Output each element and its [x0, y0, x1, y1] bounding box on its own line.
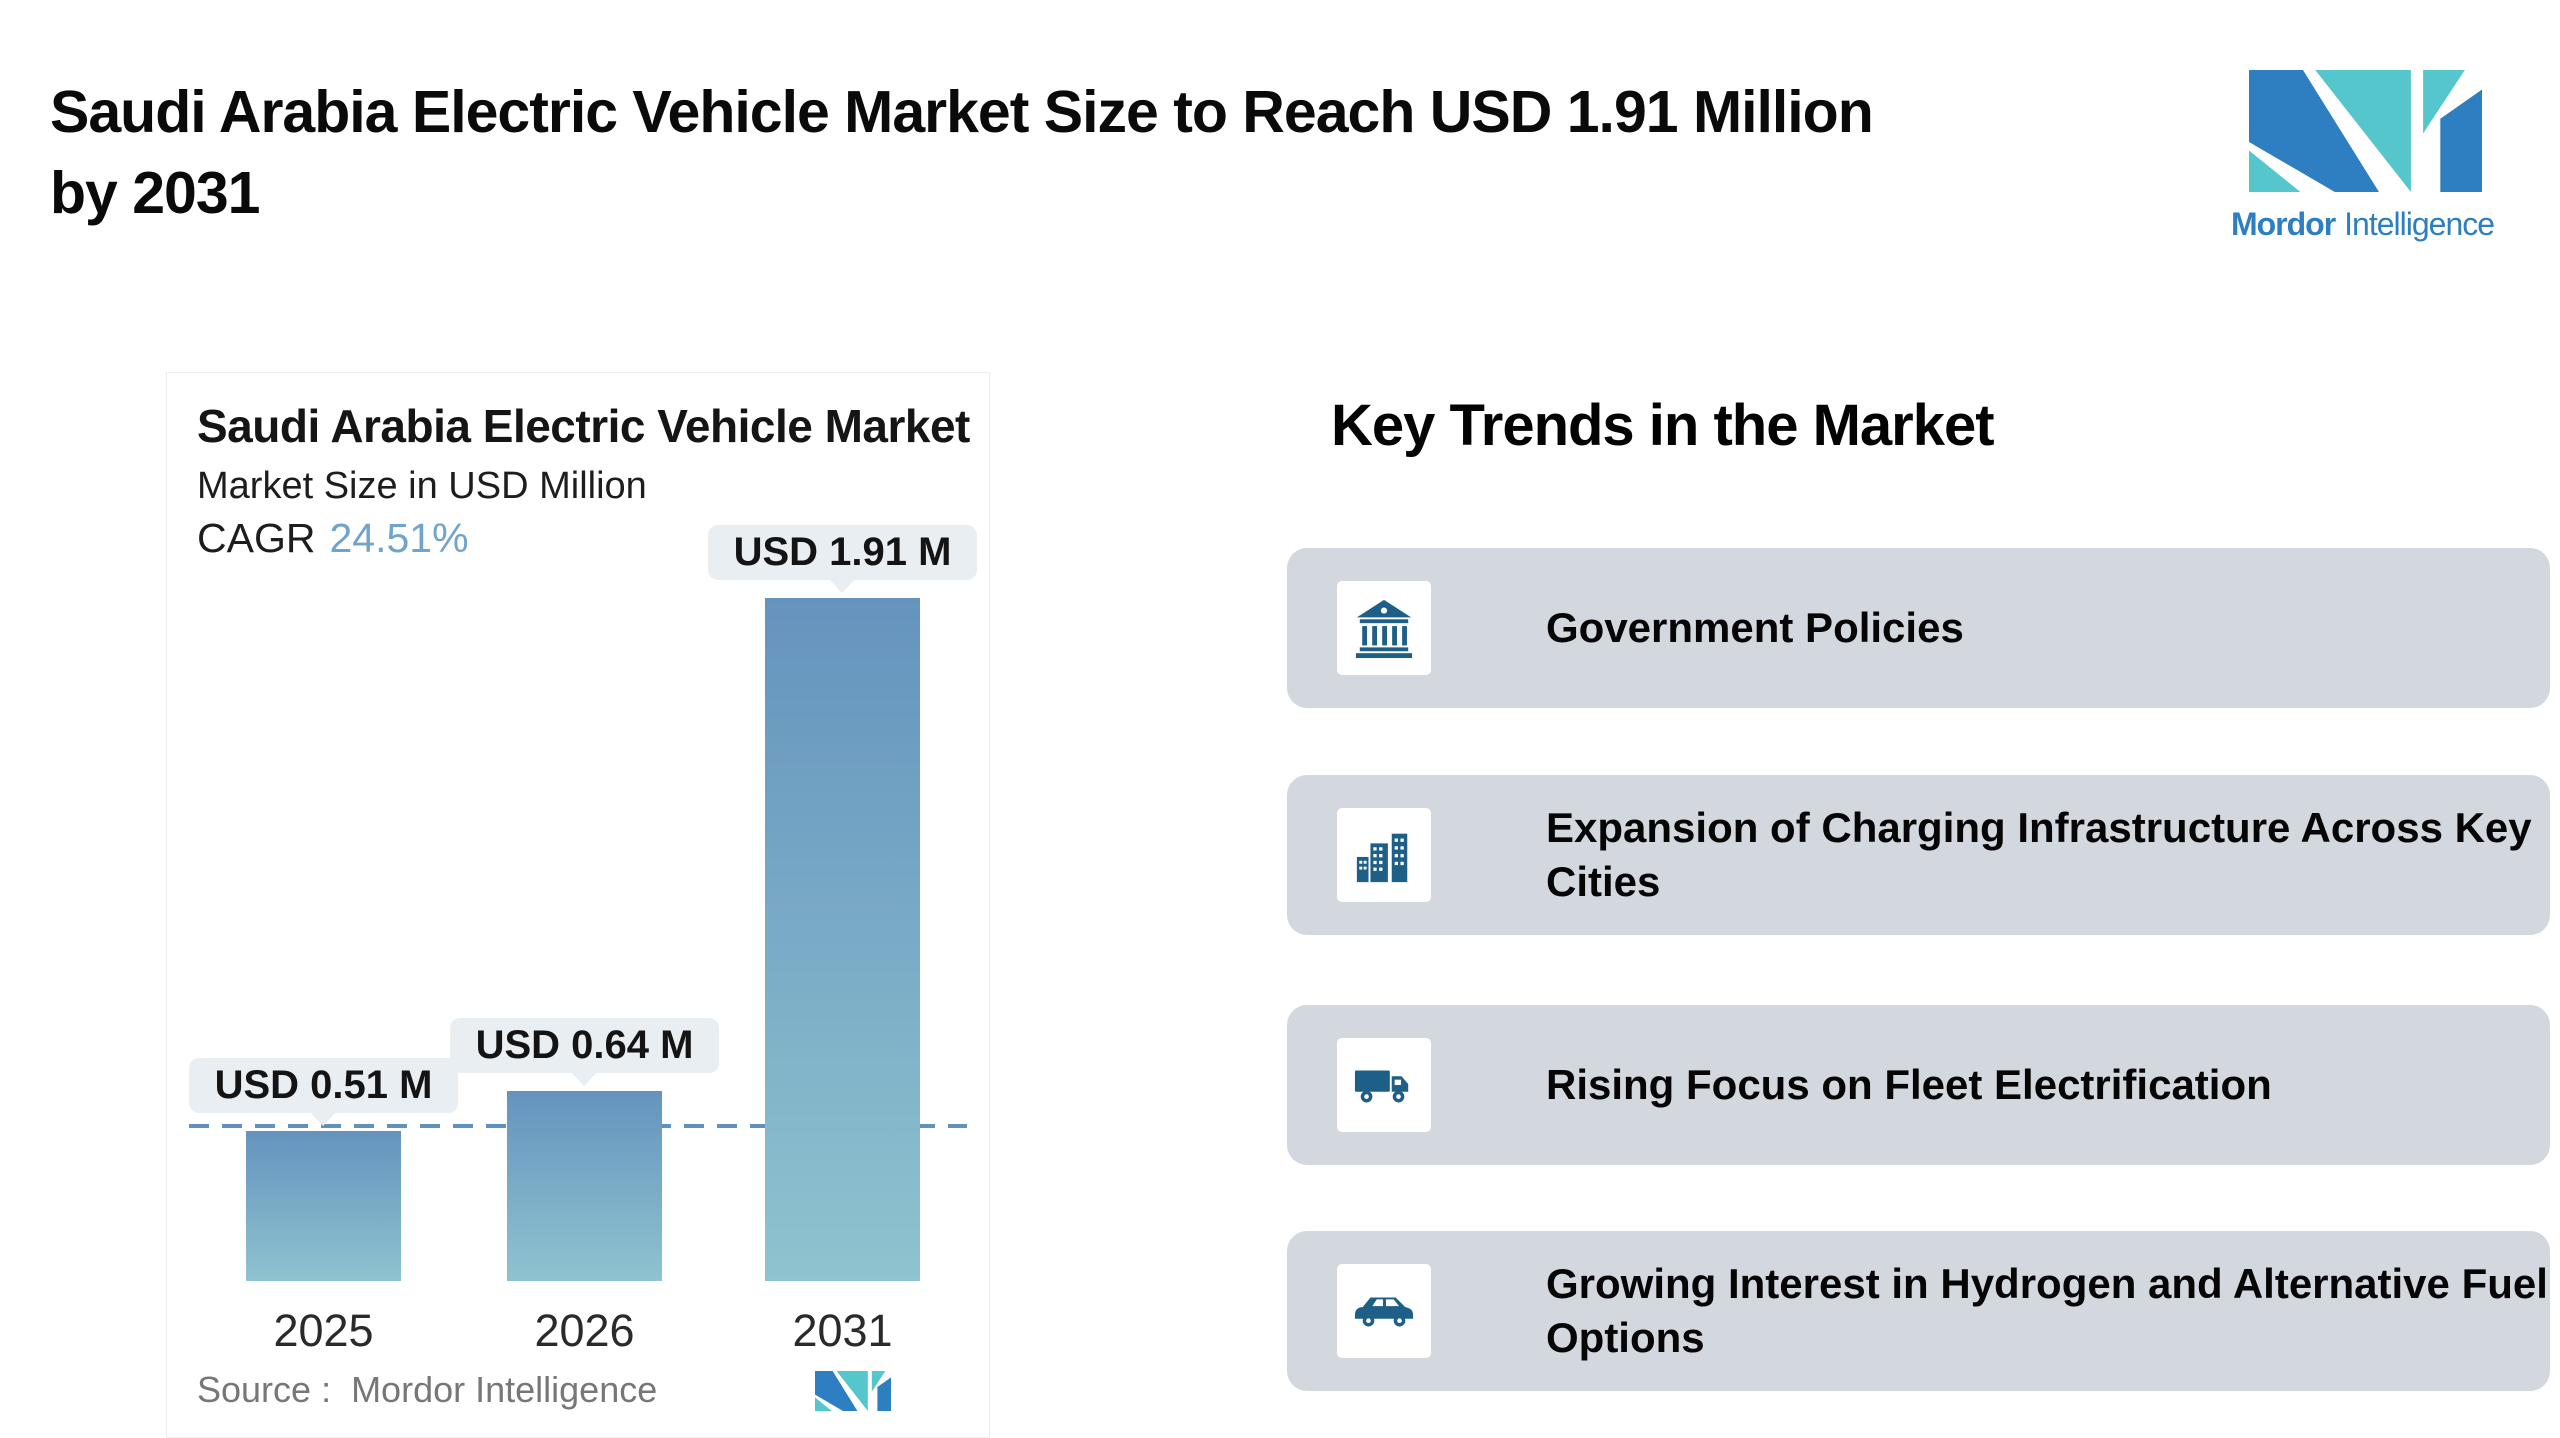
trend-label: Growing Interest in Hydrogen and Alterna… [1546, 1257, 2548, 1365]
city-buildings-icon [1353, 824, 1415, 886]
icon-box [1337, 808, 1431, 902]
bar-group-2031: USD 1.91 M2031 [765, 373, 920, 1281]
brand-name-bold: Mordor [2231, 206, 2335, 242]
car-icon [1353, 1291, 1415, 1331]
bar-group-2025: USD 0.51 M2025 [246, 373, 401, 1281]
trend-label: Expansion of Charging Infrastructure Acr… [1546, 801, 2532, 909]
bar-group-2026: USD 0.64 M2026 [507, 373, 662, 1281]
icon-box [1337, 1038, 1431, 1132]
trend-card-government-policies: Government Policies [1287, 548, 2550, 708]
trend-card-fleet-electrification: Rising Focus on Fleet Electrification [1287, 1005, 2550, 1165]
bar-2025 [246, 1131, 401, 1281]
value-bubble-2031: USD 1.91 M [708, 525, 978, 580]
key-trends-heading: Key Trends in the Market [1331, 392, 1994, 459]
trend-card-hydrogen-alternative-fuel: Growing Interest in Hydrogen and Alterna… [1287, 1231, 2550, 1391]
bar-2031 [765, 598, 920, 1281]
source-text: Source : Mordor Intelligence [197, 1369, 657, 1411]
category-label-2025: 2025 [246, 1305, 401, 1357]
chart-card: Saudi Arabia Electric Vehicle Market Mar… [166, 372, 990, 1438]
value-bubble-2025: USD 0.51 M [189, 1058, 459, 1113]
page-title: Saudi Arabia Electric Vehicle Market Siz… [50, 72, 2150, 234]
bar-2026 [507, 1091, 662, 1281]
trend-label: Government Policies [1546, 601, 1964, 655]
trend-label: Rising Focus on Fleet Electrification [1546, 1058, 2272, 1112]
brand-name-light: Intelligence [2344, 206, 2494, 242]
truck-icon [1353, 1063, 1415, 1107]
plot-area: USD 0.51 M2025 USD 0.64 M2026 USD 1.91 M20… [167, 373, 991, 1281]
bank-icon [1353, 597, 1415, 659]
category-label-2026: 2026 [507, 1305, 662, 1357]
icon-box [1337, 581, 1431, 675]
brand-logo-wordmark: MordorIntelligence [2205, 206, 2520, 243]
icon-box [1337, 1264, 1431, 1358]
footer-logo-mark-icon [815, 1371, 891, 1411]
category-label-2031: 2031 [765, 1305, 920, 1357]
brand-logo-card: MordorIntelligence [2205, 56, 2520, 318]
trend-card-charging-infrastructure: Expansion of Charging Infrastructure Acr… [1287, 775, 2550, 935]
value-bubble-2026: USD 0.64 M [450, 1018, 720, 1073]
mordor-intelligence-logo-icon [2249, 70, 2482, 192]
